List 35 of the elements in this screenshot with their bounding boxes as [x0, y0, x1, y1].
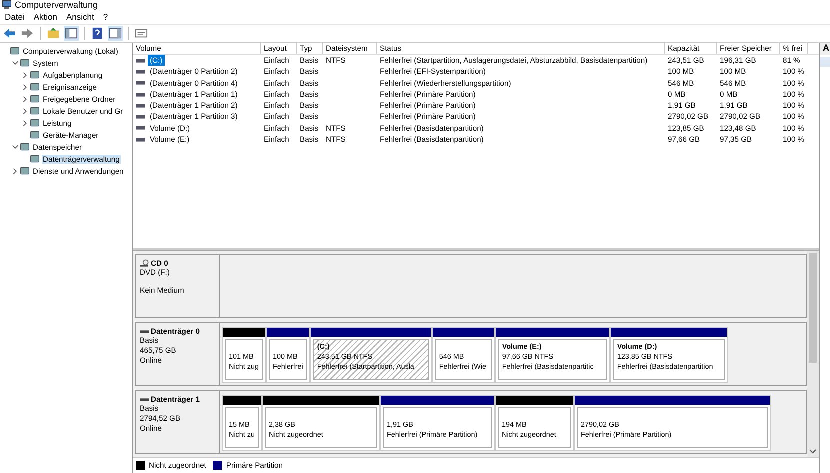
- node-icon: [30, 118, 40, 128]
- chevron-right-icon[interactable]: [12, 168, 19, 174]
- node-icon: [30, 130, 40, 140]
- help-icon[interactable]: [90, 26, 105, 41]
- node-icon: [10, 46, 20, 56]
- scrollbar[interactable]: [807, 251, 819, 457]
- chevron-right-icon[interactable]: [22, 96, 29, 102]
- node-icon: [20, 58, 30, 68]
- chevron-right-icon[interactable]: [22, 72, 29, 78]
- menu-item[interactable]: Datei: [5, 12, 25, 22]
- actions-header: A: [820, 43, 830, 55]
- node-icon: [20, 142, 30, 152]
- node-icon: [20, 166, 30, 176]
- menu-item[interactable]: Ansicht: [66, 12, 94, 22]
- folder-up-icon[interactable]: [46, 26, 61, 41]
- node-icon: [30, 154, 40, 164]
- menu-item[interactable]: ?: [103, 12, 108, 22]
- chevron-down-icon[interactable]: [12, 144, 19, 150]
- menu-item[interactable]: Aktion: [34, 12, 58, 22]
- window-title: Computerverwaltung: [15, 0, 98, 10]
- chevron-right-icon[interactable]: [22, 108, 29, 114]
- scroll-down-icon[interactable]: [809, 449, 817, 455]
- chevron-down-icon[interactable]: [12, 60, 19, 66]
- cd-drive-icon: [140, 259, 150, 268]
- back-arrow-icon[interactable]: [2, 26, 17, 41]
- node-icon: [30, 82, 40, 92]
- chevron-right-icon[interactable]: [22, 120, 29, 126]
- forward-arrow-icon[interactable]: [20, 26, 35, 41]
- node-icon: [30, 94, 40, 104]
- chevron-right-icon[interactable]: [22, 84, 29, 90]
- node-icon: [30, 106, 40, 116]
- action-pane-icon[interactable]: [108, 26, 123, 41]
- node-icon: [30, 70, 40, 80]
- app-icon: [2, 0, 12, 10]
- console-tree-icon[interactable]: [64, 26, 79, 41]
